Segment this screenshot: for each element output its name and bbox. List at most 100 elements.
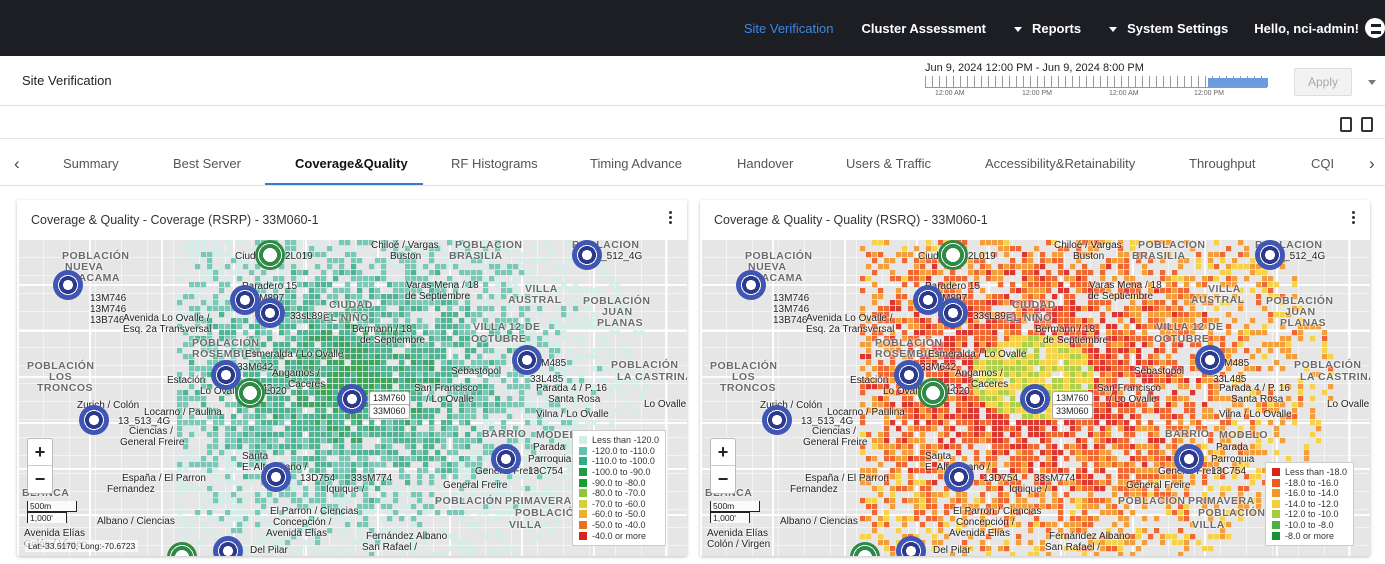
heatmap-cell xyxy=(633,408,639,414)
apply-button[interactable]: Apply xyxy=(1294,68,1352,96)
chevron-down-icon[interactable] xyxy=(1368,80,1376,85)
cell-site-icon[interactable] xyxy=(337,384,367,414)
clipboard-clock-icon[interactable] xyxy=(1340,117,1352,132)
cell-site-icon[interactable] xyxy=(53,270,83,300)
heatmap-cell xyxy=(267,498,273,504)
tab-timing-advance[interactable]: Timing Advance xyxy=(590,156,682,171)
cell-site-icon[interactable] xyxy=(261,462,291,492)
cell-site-icon[interactable] xyxy=(79,405,109,435)
map-label: El Parron / Ciencias xyxy=(270,506,359,517)
zoom-in-button[interactable]: + xyxy=(711,439,735,466)
cell-site-icon[interactable] xyxy=(255,240,285,270)
heatmap-cell xyxy=(1004,390,1010,396)
heatmap-cell xyxy=(225,426,231,432)
heatmap-cell xyxy=(357,258,363,264)
zoom-out-button[interactable]: − xyxy=(28,466,52,493)
heatmap-cell xyxy=(303,342,309,348)
cell-site-icon[interactable] xyxy=(572,240,602,270)
tab-throughput[interactable]: Throughput xyxy=(1189,156,1256,171)
more-options-icon[interactable] xyxy=(669,211,673,226)
nav-reports[interactable]: Reports xyxy=(1013,21,1081,36)
zoom-out-button[interactable]: − xyxy=(711,466,735,493)
tab-accessibility-retainability[interactable]: Accessibility&Retainability xyxy=(985,156,1135,171)
heatmap-cell xyxy=(1106,510,1112,516)
more-options-icon[interactable] xyxy=(1352,211,1356,226)
tab-coverage-quality[interactable]: Coverage&Quality xyxy=(295,156,408,171)
cell-site-icon[interactable] xyxy=(512,345,542,375)
heatmap-cell xyxy=(920,522,926,528)
tab-rf-histograms[interactable]: RF Histograms xyxy=(451,156,538,171)
tab-best-server[interactable]: Best Server xyxy=(173,156,241,171)
heatmap-cell xyxy=(603,336,609,342)
heatmap-cell xyxy=(998,324,1004,330)
heatmap-cell xyxy=(237,270,243,276)
heatmap-cell xyxy=(932,270,938,276)
cell-site-icon[interactable] xyxy=(491,444,521,474)
cell-site-icon[interactable] xyxy=(938,240,968,270)
heatmap-cell xyxy=(549,348,555,354)
cell-site-icon[interactable] xyxy=(1195,345,1225,375)
cell-site-icon[interactable] xyxy=(255,298,285,328)
tab-users-traffic[interactable]: Users & Traffic xyxy=(846,156,931,171)
cell-site-icon[interactable] xyxy=(235,378,265,408)
heatmap-cell xyxy=(1112,330,1118,336)
heatmap-cell xyxy=(459,510,465,516)
heatmap-cell xyxy=(1118,468,1124,474)
tab-summary[interactable]: Summary xyxy=(63,156,119,171)
cell-site-icon[interactable] xyxy=(736,270,766,300)
cell-site-icon[interactable] xyxy=(1255,240,1285,270)
heatmap-cell xyxy=(1154,438,1160,444)
heatmap-cell xyxy=(1064,294,1070,300)
cell-site-icon[interactable] xyxy=(1020,384,1050,414)
heatmap-cell xyxy=(519,252,525,258)
heatmap-cell xyxy=(1076,498,1082,504)
heatmap-cell xyxy=(1178,414,1184,420)
heatmap-cell xyxy=(1004,342,1010,348)
tab-handover[interactable]: Handover xyxy=(737,156,793,171)
heatmap-cell xyxy=(393,264,399,270)
clipboard-export-icon[interactable] xyxy=(1361,117,1373,132)
heatmap-cell xyxy=(417,456,423,462)
nav-cluster-assessment[interactable]: Cluster Assessment xyxy=(861,21,986,36)
time-range-picker[interactable]: Jun 9, 2024 12:00 PM - Jun 9, 2024 8:00 … xyxy=(925,62,1270,102)
heatmap-cell xyxy=(207,486,213,492)
heatmap-cell xyxy=(986,396,992,402)
heatmap-cell xyxy=(998,276,1004,282)
heatmap-cell xyxy=(938,324,944,330)
heatmap-cell xyxy=(1070,318,1076,324)
heatmap-cell xyxy=(1256,330,1262,336)
heatmap-cell xyxy=(333,372,339,378)
heatmap-cell xyxy=(465,312,471,318)
cell-site-icon[interactable] xyxy=(944,462,974,492)
map-view[interactable]: POBLACIÓN NUEVA ATACAMA Ciudad ML2L019 Chiloé… xyxy=(17,240,687,556)
cell-site-icon[interactable] xyxy=(762,405,792,435)
heatmap-cell xyxy=(908,252,914,258)
heatmap-cell xyxy=(1100,312,1106,318)
timeline-slider[interactable]: 12:00 AM 12:00 PM 12:00 AM 12:00 PM xyxy=(925,76,1270,102)
chevron-right-icon[interactable]: › xyxy=(1369,154,1375,174)
heatmap-cell xyxy=(1316,426,1322,432)
heatmap-cell xyxy=(315,450,321,456)
heatmap-cell xyxy=(1124,252,1130,258)
legend-swatch xyxy=(579,457,587,466)
user-greeting[interactable]: Hello, nci-admin! xyxy=(1254,18,1385,38)
nav-site-verification[interactable]: Site Verification xyxy=(744,21,834,36)
zoom-in-button[interactable]: + xyxy=(28,439,52,466)
heatmap-cell xyxy=(1292,282,1298,288)
chevron-left-icon[interactable]: ‹ xyxy=(14,154,20,174)
tab-cqi[interactable]: CQI xyxy=(1311,156,1334,171)
heatmap-cell xyxy=(1130,462,1136,468)
cell-site-icon[interactable] xyxy=(938,298,968,328)
map-view[interactable]: POBLACIÓN NUEVA ATACAMA Ciudad ML2L019 Chiloé… xyxy=(700,240,1370,556)
cell-site-icon[interactable] xyxy=(1174,444,1204,474)
heatmap-cell xyxy=(411,438,417,444)
heatmap-cell xyxy=(399,384,405,390)
user-account-icon[interactable] xyxy=(1365,18,1385,38)
heatmap-cell xyxy=(974,450,980,456)
heatmap-cell xyxy=(902,438,908,444)
cell-site-icon[interactable] xyxy=(918,378,948,408)
nav-system-settings[interactable]: System Settings xyxy=(1109,21,1228,36)
timeline-selection[interactable] xyxy=(1208,78,1268,87)
heatmap-cell xyxy=(1094,462,1100,468)
heatmap-cell xyxy=(950,342,956,348)
